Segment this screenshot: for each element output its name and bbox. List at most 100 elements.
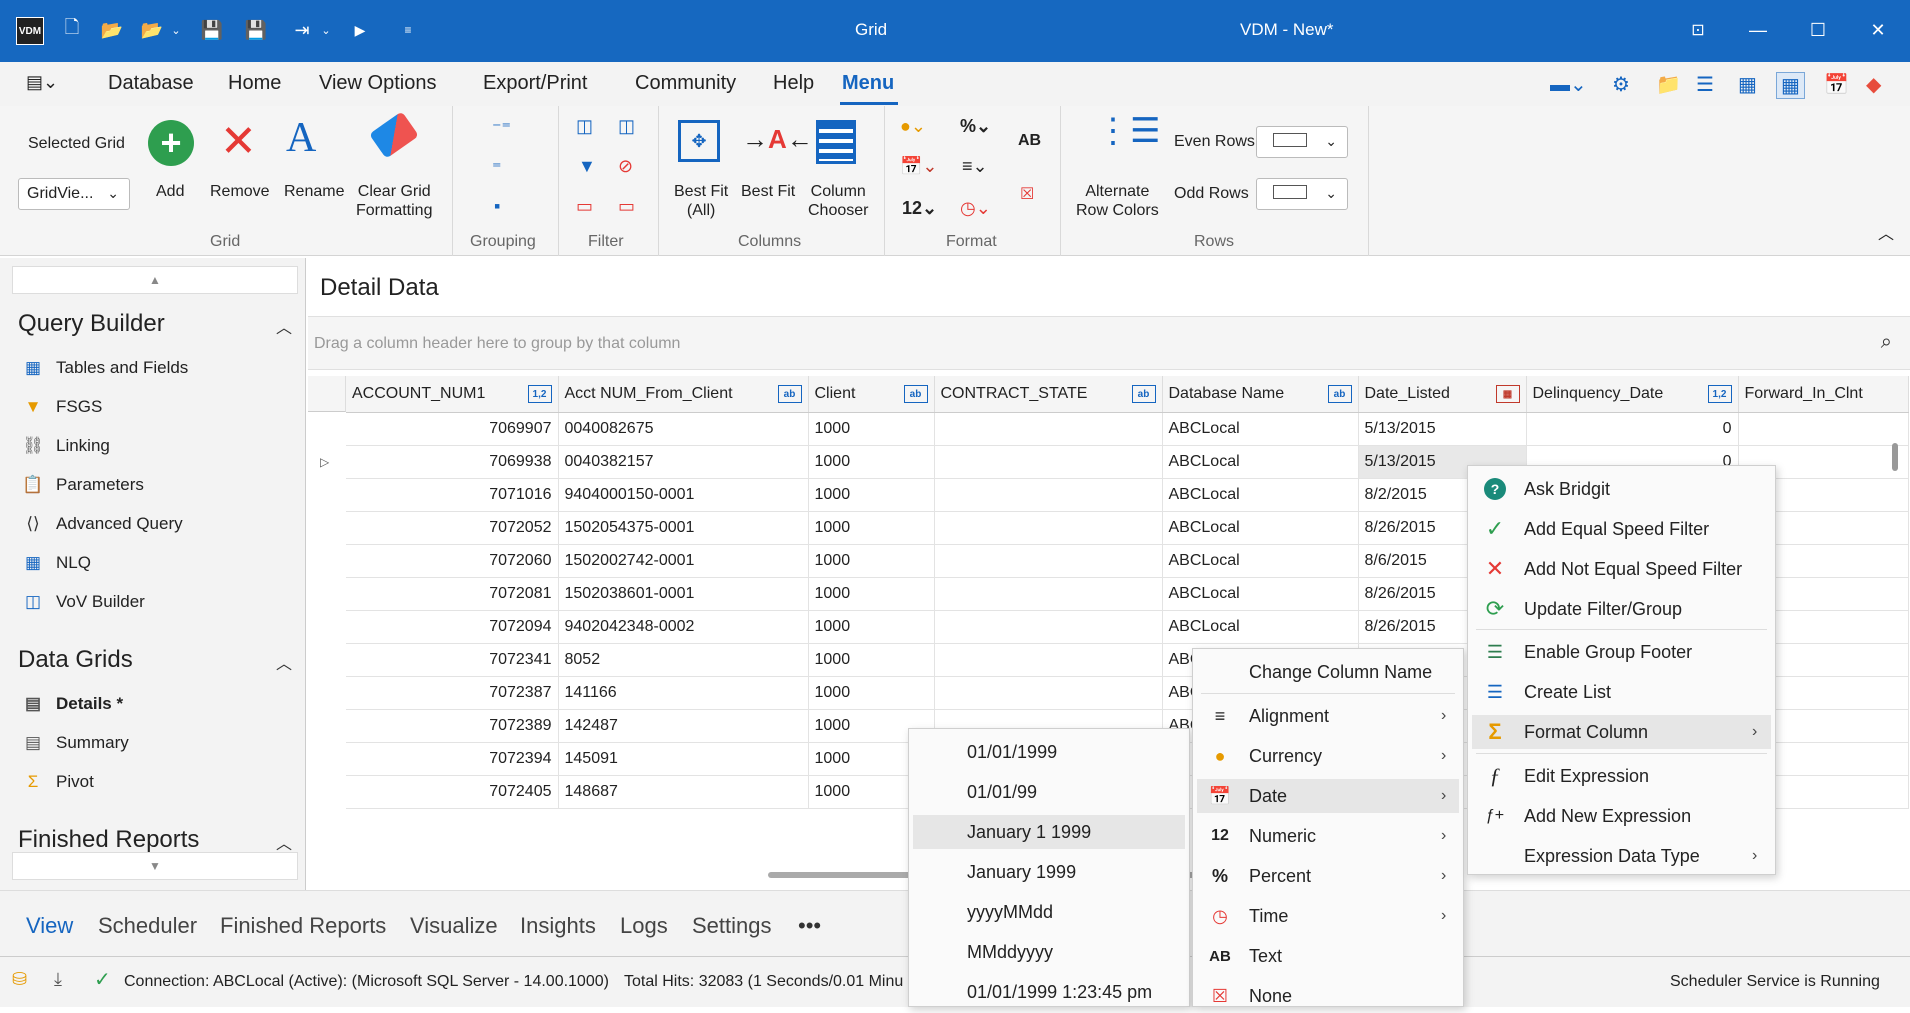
alternate-row-colors-icon[interactable]: ⋮☰ <box>1096 114 1160 148</box>
date-format-january-1999[interactable]: January 1999 <box>913 855 1185 889</box>
eraser-icon[interactable]: ◆ <box>1866 72 1881 97</box>
dg-item-pivot[interactable]: Σ Pivot <box>22 772 94 792</box>
table-cell[interactable]: 7072387 <box>346 676 559 710</box>
table-cell[interactable]: 1000 <box>808 577 935 611</box>
table-cell[interactable]: 1502054375-0001 <box>558 511 809 545</box>
format-alignment-item[interactable]: ≡ Alignment › <box>1197 699 1459 733</box>
table-cell[interactable]: 7071016 <box>346 478 559 512</box>
column-header[interactable]: Acct NUM_From_Client ab <box>558 376 809 413</box>
chevron-down-icon[interactable]: ⌄ <box>314 18 338 42</box>
menu-database[interactable]: Database <box>108 72 194 95</box>
table-cell[interactable]: 1000 <box>808 511 935 545</box>
table-cell[interactable]: ABCLocal <box>1162 511 1359 545</box>
qb-item-parameters[interactable]: 📋 Parameters <box>22 475 143 495</box>
table-row[interactable]: 7069907 0040082675 1000 ABCLocal 5/13/2015 0 <box>346 412 1909 446</box>
numeric-format-icon[interactable]: 12⌄ <box>902 198 937 219</box>
remove-icon[interactable]: ✕ <box>220 116 257 167</box>
table-cell[interactable]: 9404000150-0001 <box>558 478 809 512</box>
table-cell[interactable] <box>934 511 1163 545</box>
tab-settings[interactable]: Settings <box>692 913 772 939</box>
query-builder-header[interactable]: Query Builder <box>18 310 165 338</box>
table-cell[interactable]: 142487 <box>558 709 809 743</box>
tab-view[interactable]: View <box>26 913 73 939</box>
format-date-item[interactable]: 📅 Date › <box>1197 779 1459 813</box>
table-cell[interactable] <box>934 412 1163 446</box>
settings-doc-icon[interactable]: ⚙ <box>1612 72 1630 97</box>
date-format-01-01-1999[interactable]: 01/01/1999 <box>913 735 1185 769</box>
column-header[interactable]: Database Name ab <box>1162 376 1359 413</box>
clear-grid-formatting-button[interactable]: Clear Grid Formatting <box>356 182 432 220</box>
filter-hide-icon[interactable]: ◫ <box>618 116 635 137</box>
table-cell[interactable]: ABCLocal <box>1162 412 1359 446</box>
filter-remove-rows-icon[interactable]: ▭ <box>618 196 635 217</box>
format-none-item[interactable]: ☒ None <box>1197 979 1459 1013</box>
clear-filter-icon[interactable]: ⊘ <box>618 156 633 177</box>
filter-icon[interactable]: ▼ <box>578 156 596 177</box>
table-cell[interactable]: 5/13/2015 <box>1358 412 1527 446</box>
column-header[interactable]: Date_Listed ▦ <box>1358 376 1527 413</box>
best-fit-all-button[interactable]: Best Fit (All) <box>674 182 728 220</box>
table-cell[interactable] <box>934 577 1163 611</box>
remove-button[interactable]: Remove <box>210 182 270 201</box>
table-cell[interactable]: 1502038601-0001 <box>558 577 809 611</box>
filter-rows-icon[interactable]: ▭ <box>576 196 593 217</box>
group-icon-1[interactable]: ⁻⁼ <box>492 118 511 139</box>
chevron-up-icon[interactable]: ︿ <box>276 650 292 674</box>
odd-rows-color-picker[interactable]: ⌄ <box>1256 178 1348 210</box>
format-currency-item[interactable]: ● Currency › <box>1197 739 1459 773</box>
grid-view-icon[interactable]: ▦ <box>1738 72 1757 97</box>
tab-visualize[interactable]: Visualize <box>410 913 498 939</box>
search-icon[interactable]: ⌕ <box>1881 331 1892 354</box>
menu-help[interactable]: Help <box>773 72 814 95</box>
column-header[interactable]: Delinquency_Date 1,2 <box>1526 376 1739 413</box>
group-icon-3[interactable]: ▪ <box>494 196 500 217</box>
column-header[interactable]: Forward_In_Clnt <box>1738 376 1909 413</box>
table-cell[interactable]: 0040382157 <box>558 445 809 479</box>
group-icon-2[interactable]: ⁼ <box>492 158 502 179</box>
run-icon[interactable]: ▶ <box>348 18 372 42</box>
column-chooser-button[interactable]: Column Chooser <box>808 182 868 220</box>
table-cell[interactable] <box>934 676 1163 710</box>
best-fit-all-icon[interactable]: ✥ <box>678 120 720 162</box>
scroll-up-button[interactable]: ▲ <box>12 266 298 294</box>
table-cell[interactable] <box>934 478 1163 512</box>
even-rows-color-picker[interactable]: ⌄ <box>1256 126 1348 158</box>
expression-data-type-item[interactable]: Expression Data Type › <box>1472 839 1771 873</box>
format-time-item[interactable]: ◷ Time › <box>1197 899 1459 933</box>
none-format-icon[interactable]: ☒ <box>1020 184 1034 204</box>
table-cell[interactable]: ABCLocal <box>1162 577 1359 611</box>
save-as-icon[interactable]: 💾 <box>244 18 268 42</box>
finished-reports-header[interactable]: Finished Reports <box>18 826 199 854</box>
detail-view-icon[interactable]: ▦ <box>1776 72 1805 99</box>
qb-item-fsgs[interactable]: ▼ FSGS <box>22 397 103 417</box>
collapse-ribbon-icon[interactable]: ︿ <box>1878 220 1894 244</box>
create-list-item[interactable]: ☰ Create List <box>1472 675 1771 709</box>
table-cell[interactable]: ABCLocal <box>1162 544 1359 578</box>
change-column-name-item[interactable]: Change Column Name <box>1197 655 1459 689</box>
table-cell[interactable]: 7072394 <box>346 742 559 776</box>
dg-item-details[interactable]: ▤ Details * <box>22 694 123 714</box>
table-cell[interactable] <box>934 544 1163 578</box>
column-header[interactable]: ACCOUNT_NUM1 1,2 <box>346 376 559 413</box>
menu-community[interactable]: Community <box>635 72 736 95</box>
data-grids-header[interactable]: Data Grids <box>18 646 133 674</box>
update-filter-group-item[interactable]: ⟳ Update Filter/Group <box>1472 592 1771 626</box>
download-icon[interactable]: ⤓ <box>54 969 62 990</box>
ask-bridgit-item[interactable]: ? Ask Bridgit <box>1472 472 1771 506</box>
app-menu-icon[interactable]: ▤⌄ <box>26 72 58 93</box>
selected-grid-combo[interactable]: GridVie... ⌄ <box>18 178 130 210</box>
scroll-down-button[interactable]: ▼ <box>12 852 298 880</box>
add-equal-speed-filter-item[interactable]: ✓ Add Equal Speed Filter <box>1472 512 1771 546</box>
qb-item-advanced-query[interactable]: ⟨⟩ Advanced Query <box>22 514 182 534</box>
qb-item-tables-and-fields[interactable]: ▦ Tables and Fields <box>22 358 188 378</box>
table-cell[interactable]: 7072389 <box>346 709 559 743</box>
table-cell[interactable]: 1000 <box>808 412 935 446</box>
qb-item-nlq[interactable]: ▦ NLQ <box>22 553 91 573</box>
currency-format-icon[interactable]: ●⌄ <box>900 116 926 137</box>
table-cell[interactable]: ABCLocal <box>1162 478 1359 512</box>
add-not-equal-speed-filter-item[interactable]: ✕ Add Not Equal Speed Filter <box>1472 552 1771 586</box>
edit-expression-item[interactable]: ƒ Edit Expression <box>1472 759 1771 793</box>
table-cell[interactable]: 1000 <box>808 544 935 578</box>
list-view-icon[interactable]: ☰ <box>1696 72 1714 97</box>
add-button[interactable]: Add <box>156 182 184 201</box>
